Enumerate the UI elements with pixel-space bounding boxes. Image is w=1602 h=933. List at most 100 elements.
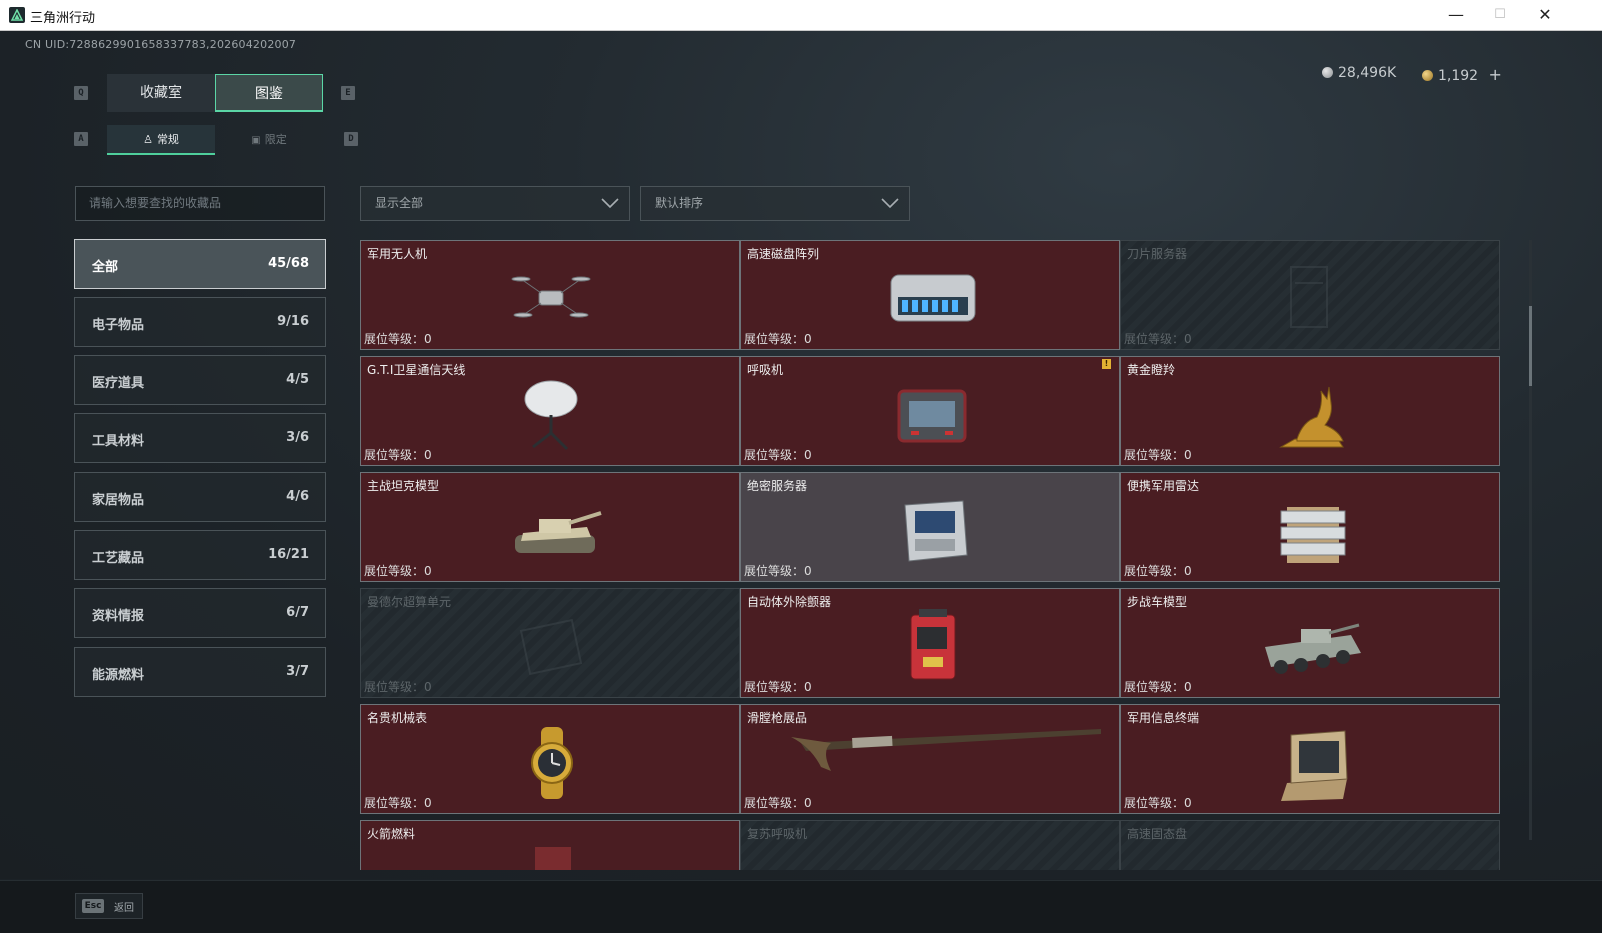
tab-collection-room[interactable]: 收藏室 xyxy=(107,74,215,112)
subtab-regular[interactable]: ♙ 常规 xyxy=(107,125,215,155)
collection-card[interactable]: 军用信息终端 展位等级：0 xyxy=(1120,704,1500,814)
silver-currency: 28,496K xyxy=(1322,65,1396,81)
display-filter-dropdown[interactable]: 显示全部 xyxy=(360,186,630,221)
gold-coin-icon xyxy=(1422,70,1433,81)
close-button[interactable]: ✕ xyxy=(1522,0,1568,30)
back-button[interactable]: Esc 返回 xyxy=(75,893,143,919)
category-label: 全部 xyxy=(92,260,119,275)
collection-card[interactable]: 名贵机械表 展位等级：0 xyxy=(360,704,740,814)
category-label: 资料情报 xyxy=(92,609,145,624)
category-count: 4/5 xyxy=(286,372,309,387)
category-crafts[interactable]: 工艺藏品 16/21 xyxy=(74,530,326,580)
booth-level-label: 展位等级： xyxy=(744,680,805,694)
collection-card[interactable]: 滑膛枪展品展位等级：0 xyxy=(740,704,1120,814)
booth-level-label: 展位等级： xyxy=(1124,332,1185,346)
collection-card[interactable]: 高速固态盘展位等级：0 xyxy=(1120,820,1500,870)
app-logo-icon xyxy=(9,7,25,23)
item-name: 呼吸机 xyxy=(747,363,784,377)
booth-level-value: 0 xyxy=(804,332,812,346)
chevron-down-icon xyxy=(881,198,899,209)
booth-level-label: 展位等级： xyxy=(744,564,805,578)
booth-level-value: 0 xyxy=(424,680,432,694)
subtab-limited-label: 限定 xyxy=(264,133,287,146)
ifv-model-icon xyxy=(1251,601,1371,691)
category-label: 工艺藏品 xyxy=(92,551,145,566)
collection-search-input[interactable]: 请输入想要查找的收藏品 xyxy=(75,186,325,221)
item-name: 军用信息终端 xyxy=(1127,711,1200,725)
booth-level-value: 0 xyxy=(804,680,812,694)
booth-level-label: 展位等级： xyxy=(364,332,425,346)
bottom-bar xyxy=(0,880,1602,933)
collection-card[interactable]: 复苏呼吸机展位等级：0 xyxy=(740,820,1120,870)
collection-card[interactable]: 步战车模型展位等级：0 xyxy=(1120,588,1500,698)
secret-server-icon xyxy=(871,485,991,575)
booth-level: 展位等级：0 xyxy=(364,562,432,579)
subtab-limited[interactable]: ▣ 限定 xyxy=(215,125,323,155)
minimize-button[interactable]: — xyxy=(1433,0,1479,30)
display-filter-value: 显示全部 xyxy=(375,196,424,210)
collection-card[interactable]: 刀片服务器 展位等级：0 xyxy=(1120,240,1500,350)
satellite-dish-icon xyxy=(491,369,611,459)
sort-value: 默认排序 xyxy=(655,196,704,210)
category-electronics[interactable]: 电子物品 9/16 xyxy=(74,297,326,347)
key-hint-a: A xyxy=(74,132,88,146)
category-energy[interactable]: 能源燃料 3/7 xyxy=(74,647,326,697)
category-intel[interactable]: 资料情报 6/7 xyxy=(74,588,326,638)
booth-level-value: 0 xyxy=(804,564,812,578)
collection-card[interactable]: 主战坦克模型 展位等级：0 xyxy=(360,472,740,582)
collection-card[interactable]: 高速磁盘阵列 展位等级：0 xyxy=(740,240,1120,350)
terminal-icon xyxy=(1251,717,1371,807)
ventilator-icon xyxy=(871,369,991,459)
booth-level: 展位等级：0 xyxy=(364,678,432,695)
booth-level-label: 展位等级： xyxy=(744,796,805,810)
collection-card[interactable]: 呼吸机 展位等级：0! xyxy=(740,356,1120,466)
sort-dropdown[interactable]: 默认排序 xyxy=(640,186,910,221)
collection-card[interactable]: 火箭燃料展位等级：0 xyxy=(360,820,740,870)
category-medical[interactable]: 医疗道具 4/5 xyxy=(74,355,326,405)
collection-card[interactable]: 绝密服务器展位等级：0 xyxy=(740,472,1120,582)
booth-level-label: 展位等级： xyxy=(1124,796,1185,810)
item-name: 主战坦克模型 xyxy=(367,479,440,493)
item-name: 自动体外除颤器 xyxy=(747,595,832,609)
tab-codex[interactable]: 图鉴 xyxy=(215,74,323,112)
item-name: 滑膛枪展品 xyxy=(747,711,808,725)
category-count: 16/21 xyxy=(268,547,309,562)
collection-card[interactable]: 黄金瞪羚 展位等级：0 xyxy=(1120,356,1500,466)
item-name: 绝密服务器 xyxy=(747,479,808,493)
booth-level-value: 0 xyxy=(1184,332,1192,346)
item-name: 曼德尔超算单元 xyxy=(367,595,452,609)
booth-level-label: 展位等级： xyxy=(364,680,425,694)
collection-card[interactable]: 自动体外除颤器 展位等级：0 xyxy=(740,588,1120,698)
key-hint-q: Q xyxy=(74,86,88,100)
booth-level-value: 0 xyxy=(424,796,432,810)
booth-level-value: 0 xyxy=(1184,680,1192,694)
add-currency-button[interactable]: + xyxy=(1489,65,1502,84)
category-all[interactable]: 全部 45/68 xyxy=(74,239,326,289)
maximize-button[interactable]: ☐ xyxy=(1477,0,1523,30)
item-name: 步战车模型 xyxy=(1127,595,1188,609)
supercomputer-unit-icon xyxy=(491,601,611,691)
item-name: 高速固态盘 xyxy=(1127,827,1188,841)
collection-card[interactable]: 军用无人机 展位等级：0 xyxy=(360,240,740,350)
defibrillator-icon xyxy=(871,601,991,691)
booth-level-value: 0 xyxy=(424,564,432,578)
chevron-down-icon xyxy=(601,198,619,209)
booth-level: 展位等级：0 xyxy=(1124,446,1192,463)
back-label: 返回 xyxy=(114,903,134,914)
booth-level: 展位等级：0 xyxy=(1124,678,1192,695)
booth-level-value: 0 xyxy=(804,796,812,810)
category-label: 家居物品 xyxy=(92,493,145,508)
category-household[interactable]: 家居物品 4/6 xyxy=(74,472,326,522)
category-count: 45/68 xyxy=(268,256,309,271)
rocket-fuel-icon xyxy=(491,833,611,870)
gold-amount: 1,192 xyxy=(1438,68,1479,84)
booth-level-value: 0 xyxy=(1184,796,1192,810)
grid-scrollbar-thumb[interactable] xyxy=(1529,306,1532,386)
collection-card[interactable]: 便携军用雷达 展位等级：0 xyxy=(1120,472,1500,582)
collection-card[interactable]: G.T.I卫星通信天线 展位等级：0 xyxy=(360,356,740,466)
item-name: 军用无人机 xyxy=(367,247,428,261)
collection-card[interactable]: 曼德尔超算单元 展位等级：0 xyxy=(360,588,740,698)
booth-level-label: 展位等级： xyxy=(364,564,425,578)
category-tools[interactable]: 工具材料 3/6 xyxy=(74,413,326,463)
booth-level: 展位等级：0 xyxy=(744,678,812,695)
